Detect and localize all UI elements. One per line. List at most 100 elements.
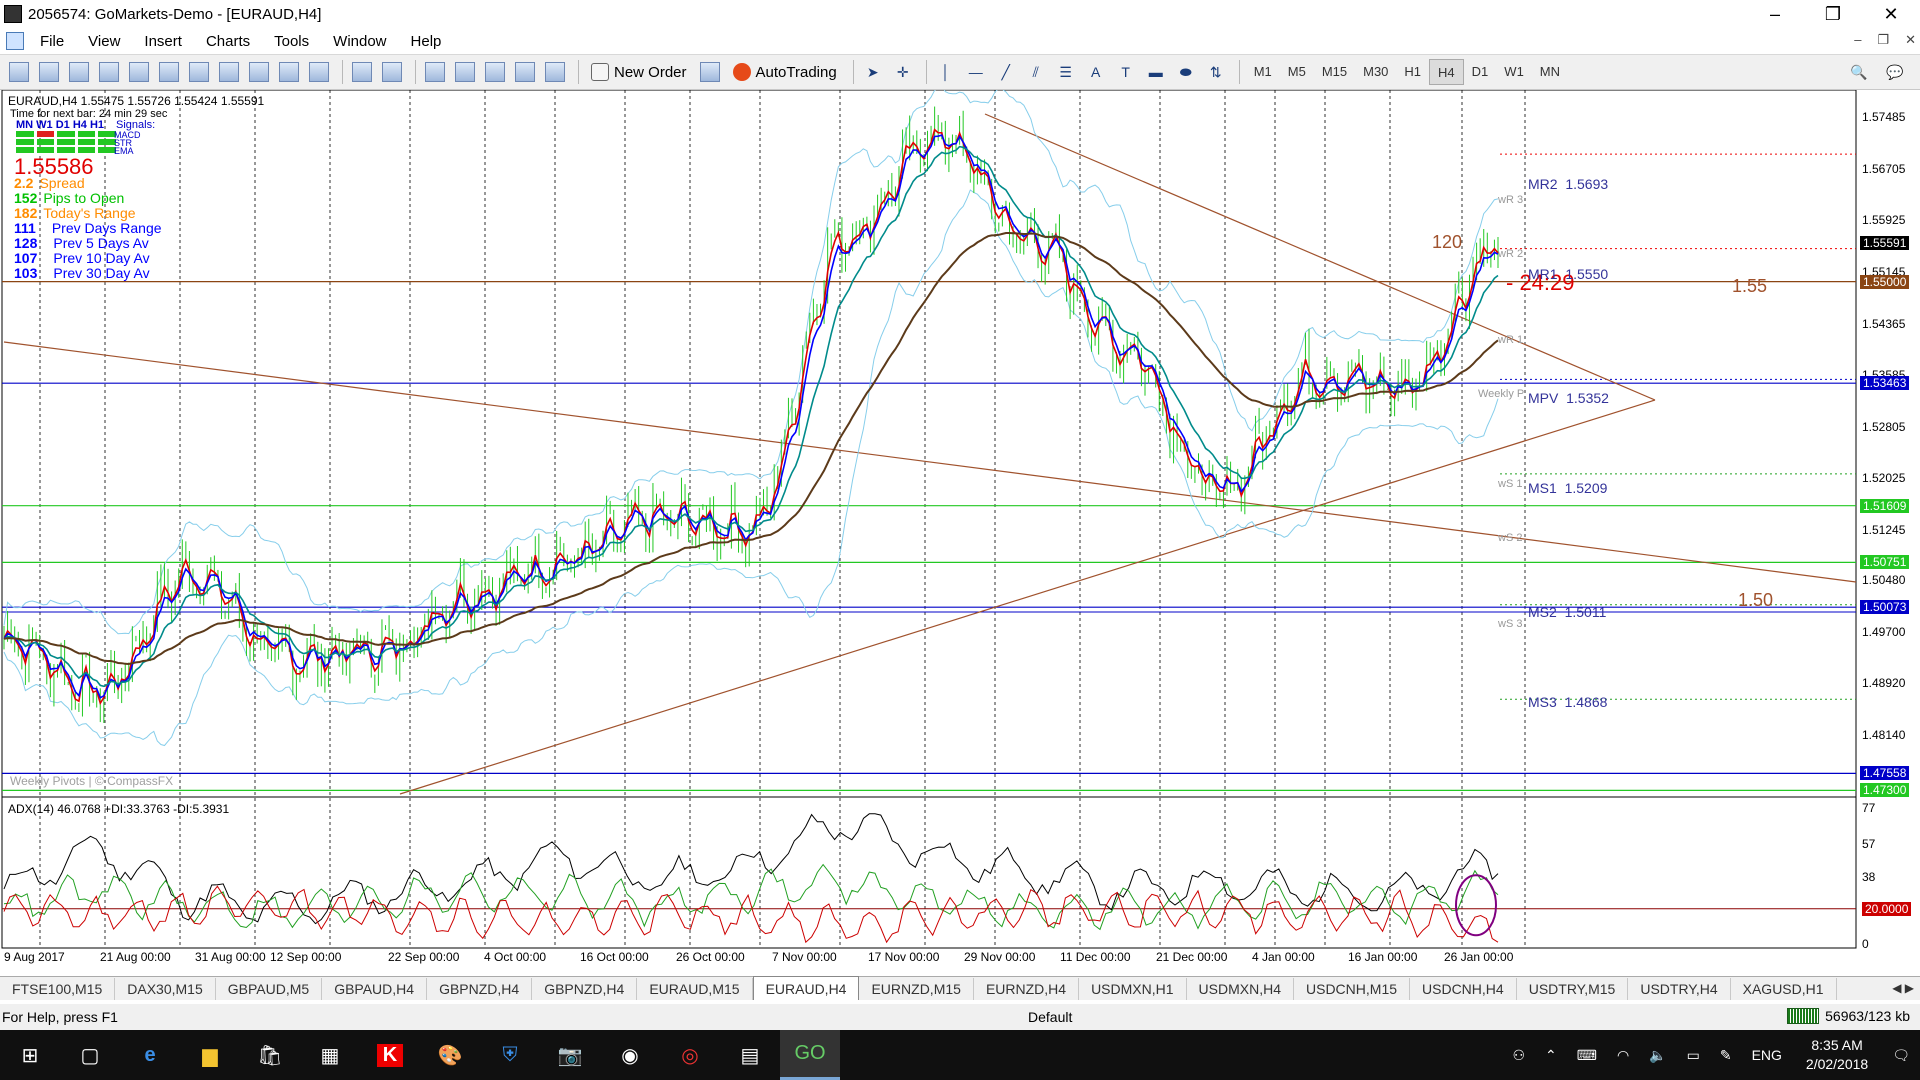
tf-d1[interactable]: D1 (1464, 59, 1497, 85)
menu-window[interactable]: Window (321, 33, 398, 50)
chat-icon[interactable]: 💬 (1882, 59, 1908, 85)
crosshair-target-icon[interactable] (452, 59, 478, 85)
new-chart-icon[interactable] (6, 59, 32, 85)
autoscroll-icon[interactable] (186, 59, 212, 85)
vertical-line-icon[interactable]: │ (933, 59, 959, 85)
bar-chart-icon[interactable] (36, 59, 62, 85)
tab-ftse100-m15[interactable]: FTSE100,M15 (0, 978, 116, 1000)
tf-m5[interactable]: M5 (1280, 59, 1314, 85)
text-icon[interactable]: A (1083, 59, 1109, 85)
tf-mn[interactable]: MN (1532, 59, 1568, 85)
volume-icon[interactable]: 🔈 (1639, 1047, 1676, 1064)
tab-dax30-m15[interactable]: DAX30,M15 (115, 978, 216, 1000)
periods-icon[interactable] (276, 59, 302, 85)
chart-canvas[interactable] (0, 84, 1920, 960)
edge-icon[interactable]: e (120, 1030, 180, 1080)
tf-m15[interactable]: M15 (1314, 59, 1355, 85)
k-app-icon[interactable]: K (360, 1030, 420, 1080)
metaeditor-icon[interactable] (697, 59, 723, 85)
clock[interactable]: 8:35 AM 2/02/2018 (1792, 1036, 1882, 1074)
tab-xagusd-h1[interactable]: XAGUSD,H1 (1731, 978, 1837, 1000)
horizontal-line-icon[interactable]: — (963, 59, 989, 85)
tab-gbpnzd-h4[interactable]: GBPNZD,H4 (532, 978, 638, 1000)
terminal-icon[interactable] (512, 59, 538, 85)
paint-icon[interactable]: 🎨 (420, 1030, 480, 1080)
autotrading-button[interactable]: AutoTrading (727, 59, 843, 85)
tab-euraud-m15[interactable]: EURAUD,M15 (637, 978, 753, 1000)
chart-restore-button[interactable]: ❐ (1877, 32, 1889, 48)
tab-scroll-arrows[interactable]: ◀ ▶ (1892, 981, 1914, 995)
rectangle-icon[interactable]: ▬ (1143, 59, 1169, 85)
folder-icon[interactable] (482, 59, 508, 85)
keyboard-icon[interactable]: ⌨ (1567, 1047, 1607, 1064)
tab-eurnzd-h4[interactable]: EURNZD,H4 (974, 978, 1080, 1000)
navigator-icon[interactable] (422, 59, 448, 85)
wifi-icon[interactable]: ◠ (1607, 1047, 1639, 1064)
file-explorer-icon[interactable]: ▆ (180, 1030, 240, 1080)
tab-gbpaud-m5[interactable]: GBPAUD,M5 (216, 978, 323, 1000)
market-watch-icon[interactable] (349, 59, 375, 85)
menu-help[interactable]: Help (399, 33, 454, 50)
tf-m1[interactable]: M1 (1246, 59, 1280, 85)
ellipse-icon[interactable]: ⬬ (1173, 59, 1199, 85)
tab-usdcnh-m15[interactable]: USDCNH,M15 (1294, 978, 1411, 1000)
zoom-in-icon[interactable] (96, 59, 122, 85)
text-label-icon[interactable]: T (1113, 59, 1139, 85)
calculator-icon[interactable]: ▦ (300, 1030, 360, 1080)
menu-file[interactable]: File (28, 33, 76, 50)
line-chart-icon[interactable] (66, 59, 92, 85)
chart-window[interactable]: EURAUD,H4 1.55475 1.55726 1.55424 1.5559… (0, 84, 1920, 964)
show-hidden-icon[interactable]: ⌃ (1535, 1047, 1567, 1064)
zoom-out-icon[interactable] (126, 59, 152, 85)
notifications-icon[interactable]: 🗨 (1882, 1047, 1920, 1064)
screenshot-icon[interactable]: ▤ (720, 1030, 780, 1080)
people-icon[interactable]: ⚇ (1502, 1047, 1535, 1064)
store-icon[interactable]: 🛍 (240, 1030, 300, 1080)
tile-windows-icon[interactable] (156, 59, 182, 85)
close-button[interactable]: ✕ (1862, 0, 1920, 28)
templates-icon[interactable] (306, 59, 332, 85)
connection-status[interactable]: 56963/123 kb (1787, 1008, 1910, 1024)
equidistant-channel-icon[interactable]: ⫽ (1023, 59, 1049, 85)
tf-h4[interactable]: H4 (1429, 59, 1464, 85)
tab-usdcnh-h4[interactable]: USDCNH,H4 (1410, 978, 1517, 1000)
language-indicator[interactable]: ENG (1742, 1047, 1792, 1063)
trendline-icon[interactable]: ╱ (993, 59, 1019, 85)
crosshair-icon[interactable]: ✛ (890, 59, 916, 85)
arrows-icon[interactable]: ⇅ (1203, 59, 1229, 85)
tf-w1[interactable]: W1 (1496, 59, 1532, 85)
tf-h1[interactable]: H1 (1396, 59, 1429, 85)
data-window-icon[interactable] (379, 59, 405, 85)
camera-icon[interactable]: 📷 (540, 1030, 600, 1080)
chrome-icon[interactable]: ◉ (600, 1030, 660, 1080)
tab-usdmxn-h1[interactable]: USDMXN,H1 (1079, 978, 1187, 1000)
tab-euraud-h4[interactable]: EURAUD,H4 (752, 976, 860, 1000)
menu-tools[interactable]: Tools (262, 33, 321, 50)
trading-app-icon[interactable]: ◎ (660, 1030, 720, 1080)
tab-gbpaud-h4[interactable]: GBPAUD,H4 (322, 978, 428, 1000)
new-order-button[interactable]: New Order (585, 59, 693, 85)
tab-usdmxn-h4[interactable]: USDMXN,H4 (1187, 978, 1294, 1000)
tester-icon[interactable] (542, 59, 568, 85)
cursor-icon[interactable]: ➤ (860, 59, 886, 85)
menu-insert[interactable]: Insert (132, 33, 194, 50)
fibonacci-icon[interactable]: ☰ (1053, 59, 1079, 85)
metatrader-icon[interactable]: GO (780, 1030, 840, 1080)
menu-view[interactable]: View (76, 33, 132, 50)
tab-gbpnzd-h4[interactable]: GBPNZD,H4 (427, 978, 533, 1000)
tf-m30[interactable]: M30 (1355, 59, 1396, 85)
shield-icon[interactable]: ⛨ (480, 1030, 540, 1080)
search-icon[interactable]: 🔍 (1846, 59, 1872, 85)
chart-shift-icon[interactable] (216, 59, 242, 85)
menu-charts[interactable]: Charts (194, 33, 262, 50)
chart-close-button[interactable]: ✕ (1905, 32, 1916, 48)
chart-minimize-button[interactable]: – (1854, 32, 1861, 48)
battery-icon[interactable]: ▭ (1677, 1047, 1710, 1064)
minimize-button[interactable]: – (1746, 0, 1804, 28)
chart-window-icon[interactable] (6, 32, 24, 50)
start-button[interactable]: ⊞ (0, 1030, 60, 1080)
task-view-icon[interactable]: ▢ (60, 1030, 120, 1080)
indicators-icon[interactable] (246, 59, 272, 85)
pen-icon[interactable]: ✎ (1710, 1047, 1742, 1064)
tab-usdtry-h4[interactable]: USDTRY,H4 (1628, 978, 1731, 1000)
